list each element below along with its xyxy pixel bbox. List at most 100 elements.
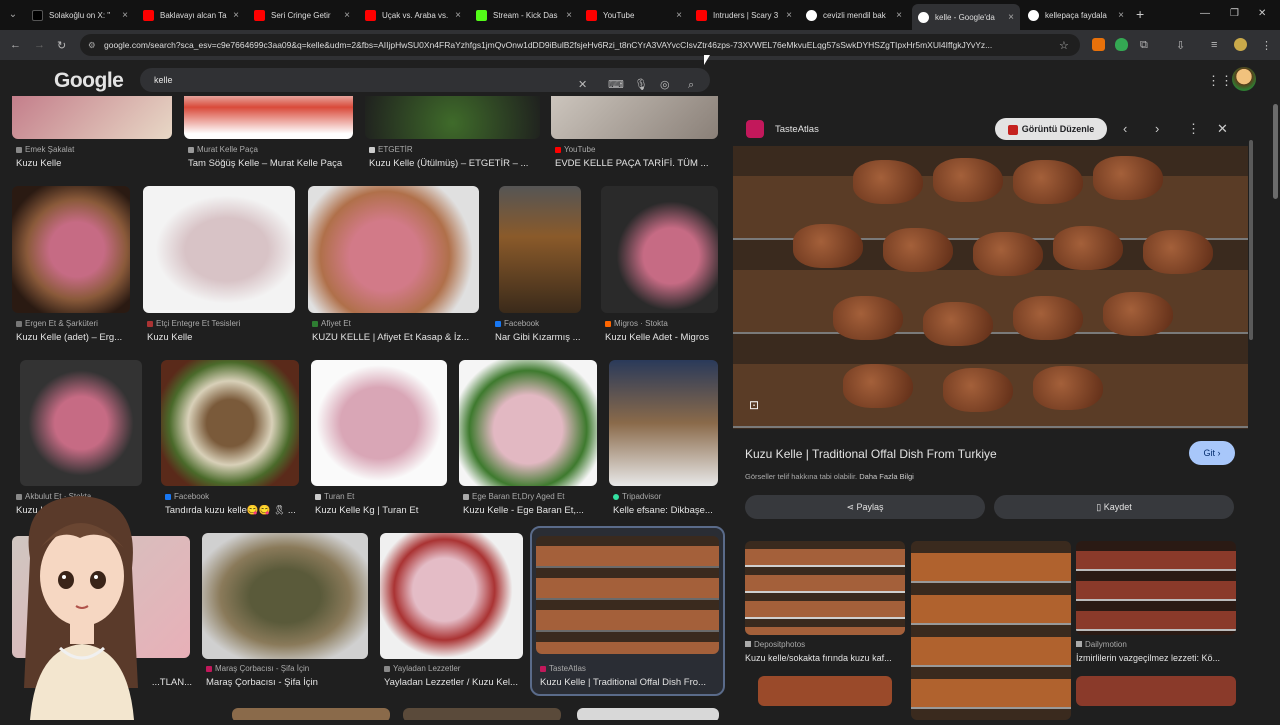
youtube-icon (365, 9, 376, 21)
image-result[interactable]: Yayladan Lezzetler Yayladan Lezzetler / … (380, 533, 525, 693)
minimize-icon[interactable]: — (1200, 8, 1210, 19)
close-icon[interactable]: × (1008, 12, 1014, 23)
close-window-icon[interactable]: ✕ (1258, 8, 1266, 19)
image-title[interactable]: Kuzu Kelle | Traditional Offal Dish From… (745, 447, 997, 461)
tab[interactable]: cevizli mendil bak × (800, 4, 908, 26)
lens-icon[interactable]: ◎ (660, 73, 670, 97)
reading-list-icon[interactable]: ≡ (1211, 39, 1217, 51)
migros-icon (605, 320, 611, 327)
address-bar[interactable]: ⚙ google.com/search?sca_esv=c9e7664699c3… (80, 34, 1080, 56)
panel-header: TasteAtlas Görüntü Düzenle ‹ › ⋮ ✕ (733, 110, 1248, 148)
image-result[interactable]: Tripadvisor Kelle efsane: Dikbaşe... (609, 360, 719, 520)
image-result[interactable]: Facebook Nar Gibi Kızarmış ... (491, 186, 591, 346)
page-scrollbar[interactable] (1273, 104, 1278, 199)
favicon-icon (312, 320, 318, 327)
related-image[interactable] (745, 541, 905, 635)
image-result[interactable]: Emek Şakalat Kuzu Kelle (12, 96, 172, 169)
close-icon[interactable]: × (455, 10, 461, 21)
forward-icon[interactable]: → (34, 39, 45, 51)
result-image (459, 360, 597, 486)
image-result[interactable]: Murat Kelle Paça Tam Söğüş Kelle – Murat… (184, 96, 354, 169)
extension-icon[interactable] (1092, 38, 1105, 51)
image-result[interactable]: YouTube EVDE KELLE PAÇA TARİFİ. TÜM ... (551, 96, 719, 169)
tab[interactable]: Baklavayı alcan Ta × (137, 4, 245, 26)
tab[interactable]: kellepaça faydala × (1022, 4, 1130, 26)
image-result[interactable]: Facebook Tandırda kuzu kelle😋😋 🎗 ... (161, 360, 301, 520)
maximize-icon[interactable]: ❐ (1230, 8, 1239, 19)
more-info-link[interactable]: Daha Fazla Bilgi (859, 472, 914, 481)
close-icon[interactable]: × (566, 10, 572, 21)
bookmark-star-icon[interactable]: ☆ (1059, 39, 1069, 52)
panel-scrollbar[interactable] (1249, 140, 1253, 340)
close-icon[interactable]: × (1118, 10, 1124, 21)
favicon-icon (16, 320, 22, 327)
close-icon[interactable]: × (344, 10, 350, 21)
reload-icon[interactable]: ↻ (57, 39, 66, 52)
back-icon[interactable]: ← (10, 39, 21, 51)
favicon-icon (206, 665, 212, 672)
search-input[interactable]: kelle ✕ ⌨ 🎙 ◎ ⌕ (140, 68, 710, 92)
preview-image[interactable]: ⊡ (733, 146, 1248, 429)
youtube-icon (143, 9, 154, 21)
close-icon[interactable]: × (676, 10, 682, 21)
shield-icon[interactable] (1115, 38, 1128, 51)
image-result-selected[interactable]: TasteAtlas Kuzu Kelle | Traditional Offa… (530, 526, 725, 696)
related-image[interactable] (758, 676, 892, 706)
image-result[interactable]: Maraş Çorbacısı - Şifa İçin Maraş Çorbac… (202, 533, 370, 693)
image-result[interactable]: Ergen Et & Şarküteri Kuzu Kelle (adet) –… (12, 186, 132, 346)
favicon-icon (16, 146, 22, 153)
menu-dots-icon[interactable]: ⋮ (1261, 39, 1272, 52)
profile-avatar[interactable] (1234, 38, 1247, 51)
related-image[interactable] (1076, 676, 1236, 706)
image-result[interactable] (577, 708, 720, 720)
tab[interactable]: Intruders | Scary 3 × (690, 4, 798, 26)
clear-icon[interactable]: ✕ (578, 73, 587, 97)
close-icon[interactable]: × (896, 10, 902, 21)
close-icon[interactable]: × (233, 10, 239, 21)
image-result[interactable]: Etçi Entegre Et Tesisleri Kuzu Kelle (143, 186, 297, 346)
google-logo[interactable]: Google (54, 69, 124, 93)
mic-icon[interactable]: 🎙 (634, 73, 648, 97)
image-result[interactable] (232, 708, 392, 720)
result-image (536, 536, 719, 654)
tab[interactable]: Stream - Kick Das × (470, 4, 578, 26)
tab-active[interactable]: kelle - Google'da × (912, 4, 1020, 30)
image-result[interactable]: ETGETİR Kuzu Kelle (Ütülmüş) – ETGETİR –… (365, 96, 540, 169)
visit-button[interactable]: Git › (1189, 441, 1235, 465)
image-result[interactable]: Migros · Stokta Kuzu Kelle Adet - Migros (601, 186, 719, 346)
chevron-left-icon[interactable]: ‹ (1123, 121, 1127, 136)
image-result[interactable]: Turan Et Kuzu Kelle Kg | Turan Et (311, 360, 449, 520)
source-name[interactable]: TasteAtlas (775, 124, 819, 135)
keyboard-icon[interactable]: ⌨ (608, 73, 624, 97)
close-icon[interactable]: ✕ (1217, 121, 1228, 137)
chevron-right-icon[interactable]: › (1155, 121, 1159, 136)
result-image (161, 360, 299, 486)
close-icon[interactable]: × (122, 10, 128, 21)
favicon-icon (369, 146, 375, 153)
tab[interactable]: Uçak vs. Araba vs. × (359, 4, 467, 26)
tab[interactable]: Solakoğlu on X: " × (26, 4, 134, 26)
tab[interactable]: Seri Cringe Getir × (248, 4, 356, 26)
close-icon[interactable]: × (786, 10, 792, 21)
copyright-notice: Görseller telif hakkına tabi olabilir. D… (745, 472, 914, 481)
apps-grid-icon[interactable]: ⋮⋮ (1207, 73, 1233, 89)
save-button[interactable]: ▯ Kaydet (994, 495, 1234, 519)
site-info-icon[interactable]: ⚙ (88, 34, 96, 56)
image-result[interactable]: Afiyet Et KUZU KELLE | Afiyet Et Kasap &… (308, 186, 480, 346)
more-icon[interactable]: ⋮ (1187, 121, 1200, 137)
search-icon[interactable]: ⌕ (688, 73, 694, 97)
related-image[interactable] (1076, 541, 1236, 635)
extensions-puzzle-icon[interactable]: ⧉ (1140, 39, 1148, 52)
account-avatar[interactable] (1232, 67, 1256, 91)
edit-image-button[interactable]: Görüntü Düzenle (995, 118, 1107, 140)
download-icon[interactable]: ⇩ (1176, 39, 1185, 52)
share-button[interactable]: ⋖ Paylaş (745, 495, 985, 519)
lens-search-icon[interactable]: ⊡ (749, 398, 759, 412)
image-result[interactable] (403, 708, 563, 720)
image-result[interactable]: Ege Baran Et,Dry Aged Et Kuzu Kelle - Eg… (459, 360, 599, 520)
new-tab-button[interactable]: + (1136, 6, 1144, 22)
tab-search-icon[interactable]: ⌄ (4, 6, 22, 24)
tab[interactable]: YouTube × (580, 4, 688, 26)
related-image[interactable] (911, 541, 1071, 720)
result-image (308, 186, 479, 313)
